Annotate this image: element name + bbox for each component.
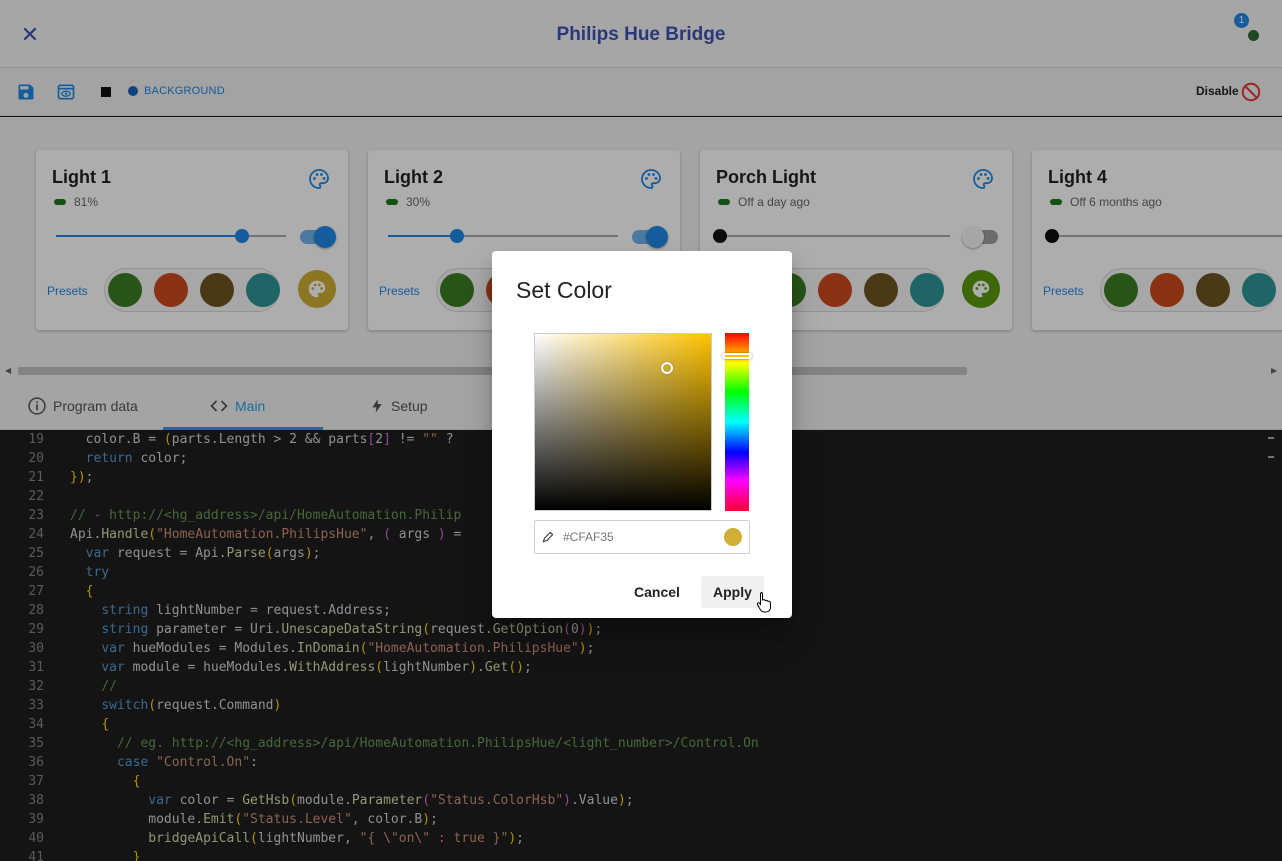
saturation-brightness-picker[interactable] [534, 333, 712, 511]
hex-input[interactable] [563, 528, 713, 546]
apply-button[interactable]: Apply [701, 576, 764, 608]
hex-color-field[interactable] [534, 520, 750, 554]
hue-slider-handle[interactable] [722, 353, 752, 360]
dialog-title: Set Color [516, 277, 612, 303]
hue-slider[interactable] [722, 333, 752, 511]
color-preview-swatch [724, 528, 742, 546]
eyedropper-icon[interactable] [541, 530, 555, 544]
cancel-button[interactable]: Cancel [622, 576, 692, 608]
color-picker-cursor[interactable] [660, 361, 673, 374]
hand-pointer-icon [756, 592, 771, 613]
set-color-dialog: Set Color Cancel Apply [492, 251, 792, 618]
